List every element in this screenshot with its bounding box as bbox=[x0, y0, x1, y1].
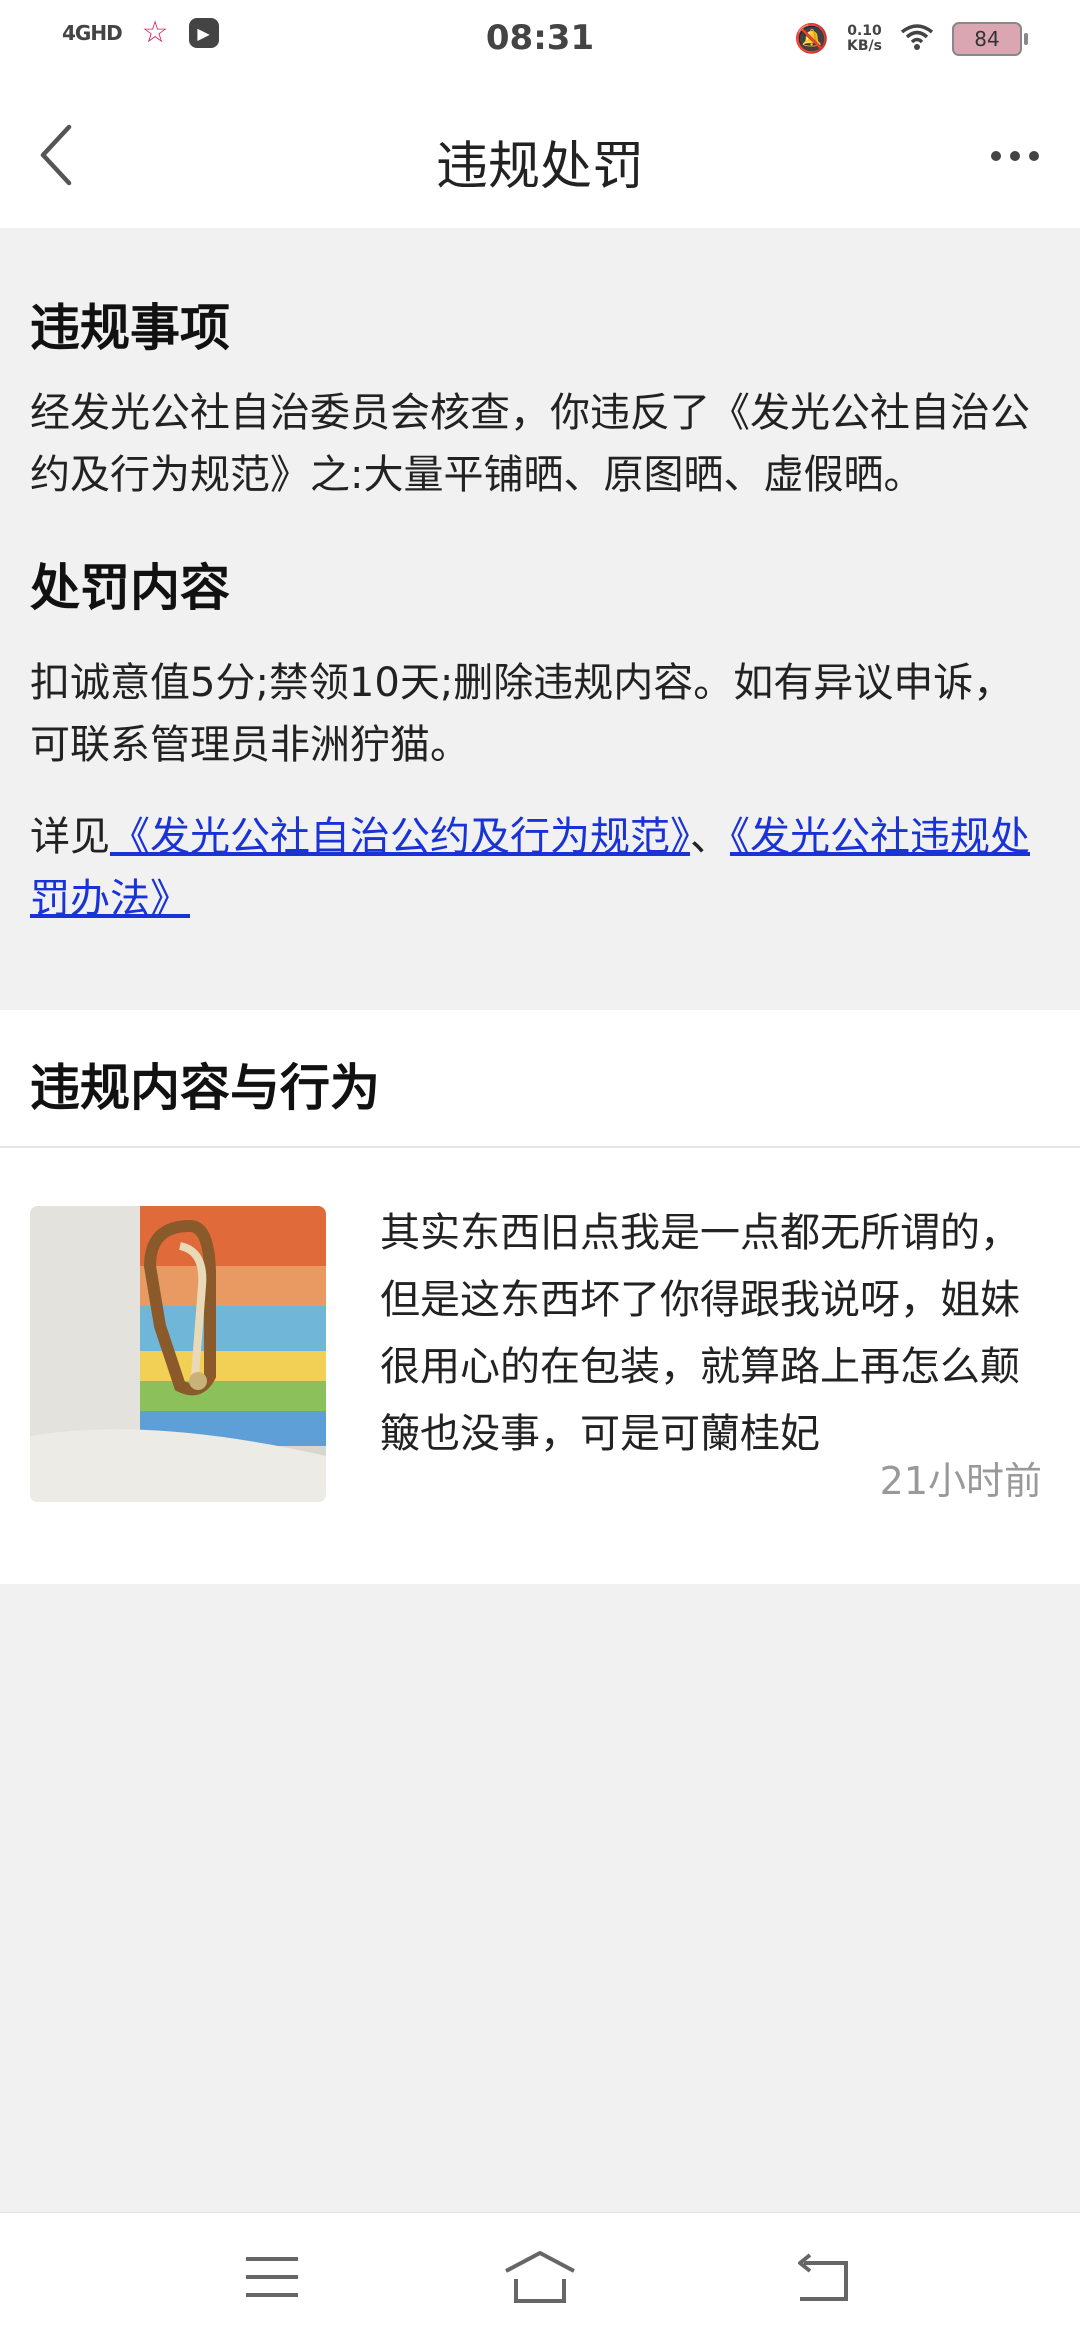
post-text: 其实东西旧点我是一点都无所谓的，但是这东西坏了你得跟我说呀，姐妹很用心的在包装，… bbox=[380, 1210, 1020, 1457]
header-bar: 违规处罚 bbox=[0, 80, 1080, 228]
violation-info-section: 违规事项 经发光公社自治委员会核查，你违反了《发光公社自治公约及行为规范》之:大… bbox=[0, 228, 1080, 982]
more-icon-dot bbox=[1029, 151, 1039, 161]
mute-bell-icon: 🔕 bbox=[794, 22, 830, 55]
system-nav-bar bbox=[0, 2212, 1080, 2341]
battery-indicator: 84 bbox=[952, 22, 1028, 56]
penalty-text: 扣诚意值5分;禁领10天;删除违规内容。如有异议申诉，可联系管理员非洲狞猫。 bbox=[30, 660, 1014, 768]
more-button[interactable] bbox=[970, 124, 1060, 188]
return-button[interactable] bbox=[782, 2247, 862, 2307]
wifi-icon bbox=[900, 23, 934, 56]
more-icon-dot bbox=[1010, 151, 1020, 161]
network-speed: 0.10 KB/s bbox=[847, 24, 882, 54]
home-icon bbox=[505, 2251, 575, 2303]
home-button[interactable] bbox=[500, 2247, 580, 2307]
see-also-prefix: 详见 bbox=[30, 814, 110, 860]
violation-heading: 违规事项 bbox=[30, 299, 230, 357]
post-time: 21小时前 bbox=[879, 1459, 1042, 1503]
violation-text: 经发光公社自治委员会核查，你违反了《发光公社自治公约及行为规范》之:大量平铺晒、… bbox=[30, 390, 1030, 498]
rules-link[interactable]: 《发光公社自治公约及行为规范》 bbox=[110, 814, 690, 860]
status-right: 🔕 0.10 KB/s 84 bbox=[794, 22, 1028, 56]
violation-content-card: 违规内容与行为 其实东西旧点我是一点都无所谓的，但是这东西坏了你得跟我说呀，姐妹… bbox=[0, 1010, 1080, 1584]
speed-value: 0.10 bbox=[847, 23, 882, 39]
see-also-text: 详见《发光公社自治公约及行为规范》、《发光公社违规处罚办法》 bbox=[30, 806, 1050, 930]
penalty-heading: 处罚内容 bbox=[30, 559, 230, 617]
content-section-title: 违规内容与行为 bbox=[30, 1059, 380, 1117]
status-bar: 4GHD ☆ ▶ 08:31 🔕 0.10 KB/s 84 bbox=[0, 0, 1080, 80]
page-title: 违规处罚 bbox=[435, 137, 644, 197]
return-icon bbox=[798, 2253, 848, 2301]
more-icon-dot bbox=[991, 151, 1001, 161]
speed-unit: KB/s bbox=[847, 38, 882, 54]
link-separator: 、 bbox=[690, 814, 730, 860]
menu-icon bbox=[246, 2257, 298, 2297]
menu-button[interactable] bbox=[232, 2247, 312, 2307]
divider bbox=[0, 1146, 1080, 1148]
post-thumbnail[interactable] bbox=[30, 1206, 326, 1502]
